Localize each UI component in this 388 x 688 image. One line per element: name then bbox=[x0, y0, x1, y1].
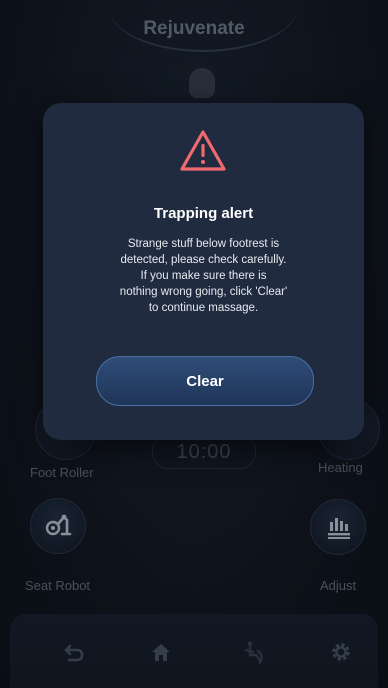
dialog-title: Trapping alert bbox=[153, 205, 254, 222]
dialog-message-line: If you make sure there is bbox=[140, 270, 267, 282]
dialog-message: Strange stuff below footrest is detected… bbox=[83, 236, 324, 316]
clear-button[interactable]: Clear bbox=[96, 356, 314, 406]
warning-triangle-icon bbox=[180, 130, 226, 171]
dialog-message-line: detected, please check carefully. bbox=[120, 254, 287, 266]
trapping-alert-dialog: Trapping alert Strange stuff below footr… bbox=[43, 103, 364, 440]
dialog-message-line: to continue massage. bbox=[148, 302, 259, 314]
dialog-message-line: Strange stuff below footrest is bbox=[127, 238, 280, 250]
screen: Rejuvenate Foot Roller Seat Robot Heatin… bbox=[0, 0, 388, 688]
dialog-message-line: nothing wrong going, click 'Clear' bbox=[119, 286, 288, 298]
